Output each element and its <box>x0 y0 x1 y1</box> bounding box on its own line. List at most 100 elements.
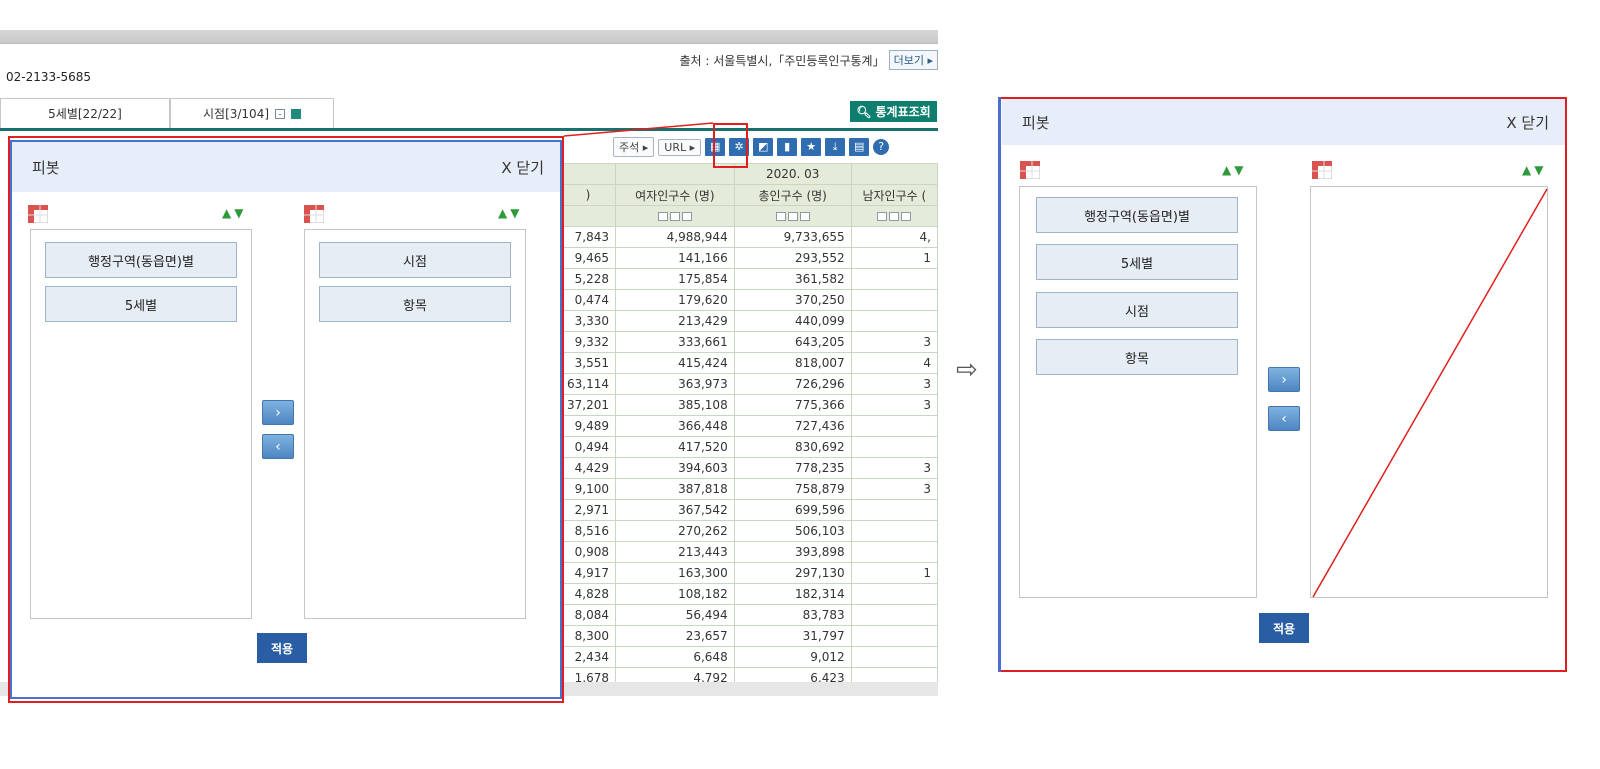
pivot-item-region[interactable]: 행정구역(동읍면)별 <box>1036 197 1238 233</box>
total-cell: 293,552 <box>733 247 852 269</box>
col-reorder-arrows[interactable]: ▲▼ <box>1522 163 1546 177</box>
sort-desc-icon[interactable] <box>889 212 900 221</box>
more-button[interactable]: 더보기 ▸ <box>888 50 938 70</box>
download-icon[interactable]: ⤓ <box>825 138 846 156</box>
female-cell: 23,657 <box>615 625 735 647</box>
expand-icon[interactable] <box>291 108 302 119</box>
url-label: URL <box>664 140 687 154</box>
total-cell: 758,879 <box>733 478 852 500</box>
apply-button[interactable]: 적용 <box>1259 613 1309 643</box>
partial-cell: 8,084 <box>560 604 616 626</box>
female-cell: 385,108 <box>615 394 735 416</box>
table-row: 8,300 23,657 31,797 <box>560 625 939 647</box>
sort-reset-icon[interactable] <box>799 212 810 221</box>
empty-slash-line <box>1312 188 1548 598</box>
male-cell: 3 <box>850 373 939 395</box>
partial-cell: 2,434 <box>560 646 616 668</box>
male-cell <box>850 541 939 563</box>
male-cell: 3 <box>850 394 939 416</box>
table-row: 4,429 394,603 778,235 3 <box>560 457 939 479</box>
bar-chart-icon[interactable]: ▮ <box>777 138 798 156</box>
tab-age-5yr-label: 5세별[22/22] <box>48 107 122 121</box>
arrow-down-icon[interactable]: ▼ <box>1234 163 1246 177</box>
row-reorder-arrows[interactable]: ▲▼ <box>1222 163 1246 177</box>
total-cell: 393,898 <box>733 541 852 563</box>
male-cell: 3 <box>850 457 939 479</box>
star-icon[interactable]: ★ <box>801 138 822 156</box>
note-label: 주석 <box>619 141 640 154</box>
partial-cell: 0,474 <box>560 289 616 311</box>
male-cell <box>850 646 939 668</box>
male-cell: 4, <box>850 226 939 248</box>
sort-reset-icon[interactable] <box>681 212 692 221</box>
partial-cell: 4,429 <box>560 457 616 479</box>
close-button[interactable]: X 닫기 <box>1506 112 1549 133</box>
total-cell: 643,205 <box>733 331 852 353</box>
pivot-item-period[interactable]: 시점 <box>1036 292 1238 328</box>
table-row: 63,114 363,973 726,296 3 <box>560 373 939 395</box>
total-cell: 778,235 <box>733 457 852 479</box>
table-row: 9,489 366,448 727,436 <box>560 415 939 437</box>
male-cell <box>850 625 939 647</box>
female-cell: 179,620 <box>615 289 735 311</box>
total-cell: 440,099 <box>733 310 852 332</box>
partial-cell: 7,843 <box>560 226 616 248</box>
female-cell: 417,520 <box>615 436 735 458</box>
female-header: 여자인구수 (명) <box>615 184 735 206</box>
move-right-button[interactable]: › <box>1268 367 1300 392</box>
male-cell <box>850 436 939 458</box>
male-cell <box>850 604 939 626</box>
table-row: 9,465 141,166 293,552 1 <box>560 247 939 269</box>
table-row: 5,228 175,854 361,582 <box>560 268 939 290</box>
arrow-up-icon[interactable]: ▲ <box>1222 163 1234 177</box>
partial-cell: 9,465 <box>560 247 616 269</box>
partial-cell: 37,201 <box>560 394 616 416</box>
total-cell: 727,436 <box>733 415 852 437</box>
male-cell <box>850 583 939 605</box>
sort-desc-icon[interactable] <box>787 212 798 221</box>
note-button[interactable]: 주석 ▸ <box>613 137 655 157</box>
partial-cell: 4,917 <box>560 562 616 584</box>
female-cell: 366,448 <box>615 415 735 437</box>
search-stats-button[interactable]: 🔍︎ 통계표조회 <box>850 101 937 122</box>
sort-asc-icon[interactable] <box>775 212 786 221</box>
highlight-frame-left <box>8 136 564 703</box>
female-cell: 4,988,944 <box>615 226 735 248</box>
total-header: 총인구수 (명) <box>733 184 852 206</box>
help-icon[interactable]: ? <box>873 139 890 155</box>
partial-header: ) <box>560 184 616 206</box>
table-row: 3,551 415,424 818,007 4 <box>560 352 939 374</box>
total-cell: 726,296 <box>733 373 852 395</box>
arrow-down-icon[interactable]: ▼ <box>1534 163 1546 177</box>
move-left-button[interactable]: ‹ <box>1268 406 1300 431</box>
female-cell: 415,424 <box>615 352 735 374</box>
sort-asc-icon[interactable] <box>657 212 668 221</box>
total-cell: 830,692 <box>733 436 852 458</box>
female-cell: 394,603 <box>615 457 735 479</box>
total-cell: 9,012 <box>733 646 852 668</box>
male-cell <box>850 289 939 311</box>
sort-asc-icon[interactable] <box>877 212 888 221</box>
print-icon[interactable]: ▤ <box>849 138 870 156</box>
male-header: 남자인구수 ( <box>850 184 939 206</box>
map-chart-icon[interactable]: ◩ <box>753 138 774 156</box>
male-cell <box>850 520 939 542</box>
pivot-item-age[interactable]: 5세별 <box>1036 244 1238 280</box>
more-label: 더보기 <box>893 54 924 67</box>
table-body: 7,843 4,988,944 9,733,655 4, 9,465 141,166 293… <box>560 226 939 689</box>
transition-arrow-icon: ⇨ <box>956 355 978 385</box>
sort-reset-icon[interactable] <box>901 212 912 221</box>
female-cell: 213,429 <box>615 310 735 332</box>
male-cell <box>850 268 939 290</box>
col-area-icon <box>1311 160 1333 180</box>
source-line: 출처 : 서울특별시,「주민등록인구통계」 더보기 ▸ <box>680 50 938 70</box>
tab-period[interactable]: 시점[3/104] – <box>170 98 334 128</box>
arrow-up-icon[interactable]: ▲ <box>1522 163 1534 177</box>
url-button[interactable]: URL ▸ <box>658 138 702 156</box>
sort-desc-icon[interactable] <box>669 212 680 221</box>
total-cell: 361,582 <box>733 268 852 290</box>
collapse-icon[interactable]: – <box>275 108 286 119</box>
tab-age-5yr[interactable]: 5세별[22/22] <box>0 98 170 128</box>
pivot-item-metric[interactable]: 항목 <box>1036 339 1238 375</box>
partial-cell: 9,332 <box>560 331 616 353</box>
